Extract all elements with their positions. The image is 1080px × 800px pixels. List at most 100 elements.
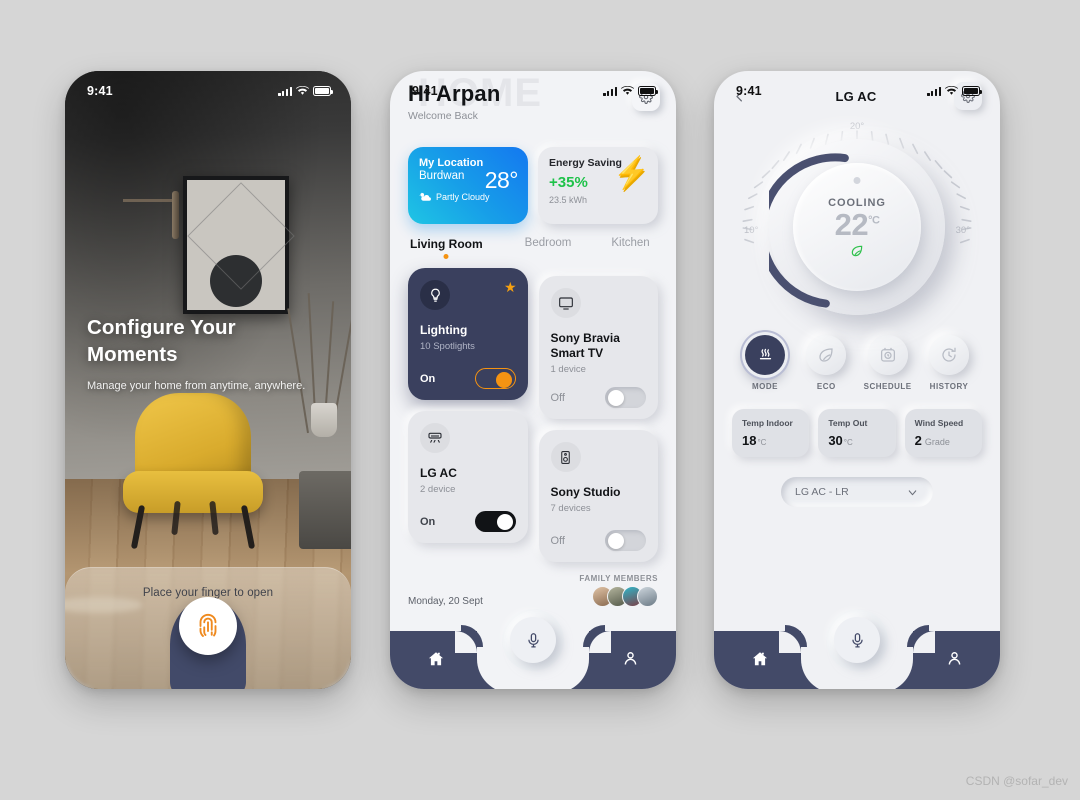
energy-card[interactable]: Energy Saving +35% 23.5 kWh ⚡ bbox=[538, 147, 658, 224]
nav-home-button[interactable] bbox=[751, 650, 769, 673]
summary-cards: My Location Burdwan 28° Partly Cloudy En… bbox=[408, 147, 658, 224]
device-toggle[interactable] bbox=[605, 530, 646, 551]
dial-temperature: 22°C bbox=[834, 207, 880, 243]
home-footer: Monday, 20 Sept FAMILY MEMBERS bbox=[408, 574, 658, 607]
device-state: Off bbox=[550, 534, 565, 547]
device-card-sony-bravia[interactable]: Sony Bravia Smart TV 1 device Off bbox=[538, 276, 658, 419]
dial-indicator-dot bbox=[853, 177, 861, 184]
device-toggle[interactable] bbox=[474, 368, 516, 389]
yellow-armchair bbox=[119, 393, 267, 550]
onboarding-copy: Configure Your Moments Manage your home … bbox=[87, 314, 317, 394]
tv-icon-wrap bbox=[550, 288, 581, 318]
history-clock-icon bbox=[942, 347, 956, 362]
partly-cloudy-icon bbox=[419, 192, 431, 201]
device-name: Sony Studio bbox=[550, 485, 621, 499]
fingerprint-button[interactable] bbox=[179, 597, 237, 655]
home-icon bbox=[428, 652, 444, 666]
stat-cards: Temp Indoor 18°C Temp Out 30°C Wind Spee… bbox=[732, 409, 982, 457]
mode-label: HISTORY bbox=[929, 382, 969, 391]
history-clock-icon-wrap bbox=[928, 335, 969, 375]
mode-button-eco[interactable]: ECO bbox=[799, 335, 853, 391]
voice-assistant-button[interactable] bbox=[834, 617, 880, 663]
mode-button-mode[interactable]: MODE bbox=[738, 335, 792, 391]
family-members[interactable]: FAMILY MEMBERS bbox=[579, 574, 658, 607]
lightning-bolt-icon: ⚡ bbox=[611, 155, 652, 192]
nav-profile-button[interactable] bbox=[622, 650, 639, 672]
device-card-lighting[interactable]: ★ Lighting 10 Spotlights On bbox=[408, 268, 528, 400]
stat-label: Temp Out bbox=[828, 418, 868, 428]
status-icons bbox=[603, 86, 659, 96]
chevron-down-icon bbox=[908, 489, 917, 495]
stat-wind-speed: Wind Speed 2 Grade bbox=[904, 409, 982, 457]
wall-lamp bbox=[123, 191, 179, 239]
stat-unit: °C bbox=[843, 438, 853, 447]
device-grid: ★ Lighting 10 Spotlights On LG AC 2 devi… bbox=[408, 268, 658, 562]
screenshot-stage: 9:41 Configure Your Moments Manage your … bbox=[0, 0, 1080, 800]
home-icon bbox=[752, 652, 768, 666]
welcome-text: Welcome Back bbox=[408, 110, 478, 122]
weather-temperature: 28° bbox=[484, 167, 519, 193]
status-bar: 9:41 bbox=[65, 71, 351, 105]
heat-waves-icon-wrap bbox=[745, 335, 785, 375]
dial-tick-30: 30° bbox=[955, 225, 970, 236]
device-selector[interactable]: LG AC - LR bbox=[781, 477, 933, 507]
nav-profile-button[interactable] bbox=[946, 650, 963, 672]
mode-label: MODE bbox=[752, 382, 778, 391]
lightbulb-icon-wrap bbox=[420, 280, 450, 310]
timer-icon-wrap bbox=[867, 335, 908, 375]
mode-label: SCHEDULE bbox=[863, 382, 912, 391]
tv-icon bbox=[558, 297, 573, 310]
speaker-icon bbox=[561, 450, 570, 464]
mode-button-history[interactable]: HISTORY bbox=[922, 335, 976, 391]
device-meta: 10 Spotlights bbox=[420, 341, 475, 352]
onboarding-title-line2: Moments bbox=[87, 343, 178, 367]
device-name: Lighting bbox=[420, 323, 468, 337]
mode-button-schedule[interactable]: SCHEDULE bbox=[861, 335, 915, 391]
device-toggle[interactable] bbox=[474, 511, 516, 532]
room-tabs: Living Room Bedroom Kitchen bbox=[408, 237, 658, 251]
avatar[interactable] bbox=[637, 586, 658, 607]
speaker-icon-wrap bbox=[550, 442, 581, 472]
dial-outer-ring[interactable]: COOLING 22°C bbox=[769, 139, 945, 315]
device-meta: 2 device bbox=[420, 484, 456, 495]
onboarding-title-line1: Configure Your bbox=[87, 316, 236, 339]
energy-usage: 23.5 kWh bbox=[549, 195, 588, 205]
status-icons bbox=[278, 86, 334, 96]
room-tab-kitchen[interactable]: Kitchen bbox=[611, 237, 649, 249]
watermark-credit: CSDN @sofar_dev bbox=[965, 774, 1068, 788]
status-time: 9:41 bbox=[87, 84, 113, 98]
dial-temp-value: 22 bbox=[834, 207, 869, 243]
stat-value-row: 30°C bbox=[828, 433, 885, 448]
phone-ac-detail: 9:41 LG AC 20° 10° 30° COOLING 22°C MODE… bbox=[714, 71, 1000, 689]
bottom-nav bbox=[714, 617, 1000, 689]
weather-card[interactable]: My Location Burdwan 28° Partly Cloudy bbox=[408, 147, 528, 224]
leaf-icon-wrap bbox=[806, 335, 847, 375]
onboarding-title: Configure Your Moments bbox=[87, 314, 317, 369]
stat-value: 2 bbox=[914, 433, 922, 448]
leaf-icon bbox=[850, 244, 864, 261]
room-tab-bedroom[interactable]: Bedroom bbox=[525, 237, 572, 249]
wifi-icon bbox=[296, 86, 309, 95]
stat-label: Temp Indoor bbox=[742, 418, 793, 428]
battery-icon bbox=[638, 86, 659, 96]
thermostat-dial[interactable]: 20° 10° 30° COOLING 22°C bbox=[732, 117, 982, 333]
phone-onboarding: 9:41 Configure Your Moments Manage your … bbox=[65, 71, 351, 689]
device-state: Off bbox=[550, 391, 565, 404]
nav-home-button[interactable] bbox=[427, 650, 445, 673]
wifi-icon bbox=[621, 86, 634, 95]
room-tab-living-room[interactable]: Living Room bbox=[410, 237, 483, 251]
leaf-icon bbox=[819, 348, 833, 362]
stat-unit: °C bbox=[757, 438, 767, 447]
stat-temp-indoor: Temp Indoor 18°C bbox=[732, 409, 810, 457]
signal-icon bbox=[278, 86, 292, 96]
timer-icon bbox=[880, 347, 895, 362]
device-card-sony-studio[interactable]: Sony Studio 7 devices Off bbox=[538, 430, 658, 562]
voice-assistant-button[interactable] bbox=[510, 617, 556, 663]
device-toggle[interactable] bbox=[605, 387, 646, 408]
vase bbox=[311, 403, 337, 437]
favorite-star-icon[interactable]: ★ bbox=[504, 279, 517, 296]
device-card-lg-ac[interactable]: LG AC 2 device On bbox=[408, 411, 528, 543]
stat-value-row: 2 Grade bbox=[915, 433, 972, 448]
microphone-icon bbox=[527, 632, 539, 648]
signal-icon bbox=[603, 86, 617, 96]
